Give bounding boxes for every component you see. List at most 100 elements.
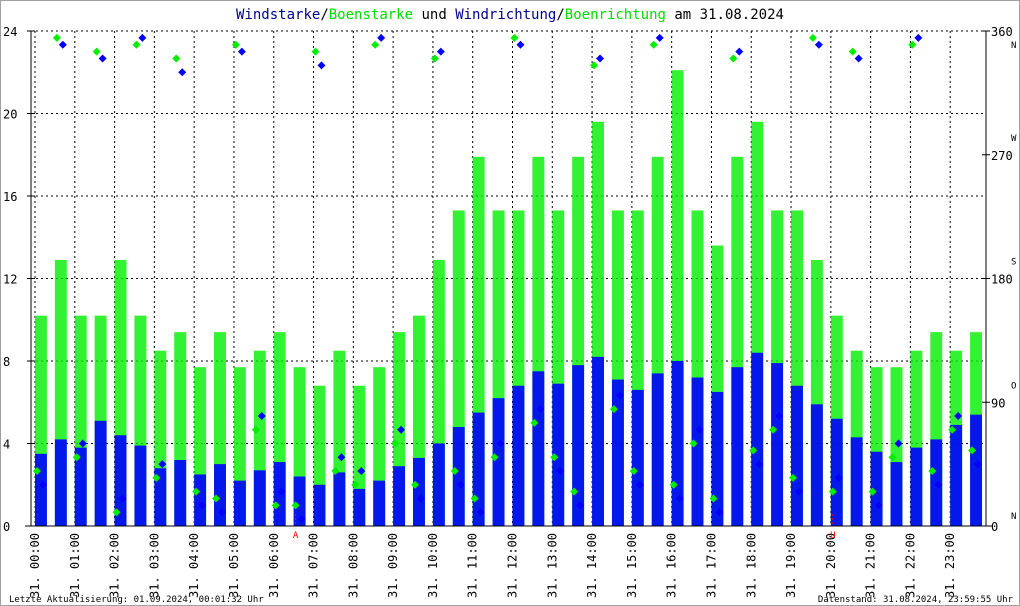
- title-part-3: und: [413, 7, 455, 23]
- y-right-tick-label: 180: [991, 273, 1013, 287]
- gust-direction-point: [311, 47, 320, 56]
- footer-last-update: Letzte Aktualisierung: 01.09.2024, 00:01…: [9, 595, 264, 605]
- wind-bar: [970, 414, 983, 526]
- wind-bar: [651, 373, 664, 526]
- gust-direction-point: [848, 47, 857, 56]
- wind-bar: [791, 385, 803, 526]
- x-tick-label: 31. 23:00: [943, 533, 957, 598]
- x-tick-label: 31. 18:00: [744, 533, 758, 598]
- y-left-tick-label: 12: [3, 273, 17, 287]
- wind-direction-point: [854, 54, 863, 63]
- wind-bar: [711, 391, 724, 526]
- title-part-1: /: [320, 7, 328, 23]
- wind-bar: [671, 361, 684, 526]
- wind-bar: [512, 385, 525, 526]
- x-tick-label: 31. 05:00: [227, 533, 241, 598]
- wind-bar: [572, 365, 585, 526]
- gust-direction-point: [729, 54, 738, 63]
- x-tick-label: 31. 14:00: [585, 533, 599, 598]
- x-tick-label: 31. 03:00: [147, 533, 161, 598]
- gust-direction-point: [808, 33, 817, 42]
- wind-bar: [930, 439, 943, 526]
- wind-direction-point: [98, 54, 107, 63]
- wind-bar: [771, 363, 784, 526]
- wind-direction-point: [516, 40, 525, 49]
- x-tick-label: 31. 08:00: [346, 533, 360, 598]
- gust-direction-point: [430, 54, 439, 63]
- gust-direction-point: [52, 33, 61, 42]
- wind-direction-point: [317, 61, 326, 70]
- sun-marker-label: A: [293, 531, 299, 541]
- gust-direction-point: [92, 47, 101, 56]
- wind-bar: [333, 472, 346, 526]
- wind-bar: [830, 418, 843, 526]
- x-tick-label: 31. 19:00: [784, 533, 798, 598]
- wind-bar: [253, 470, 266, 526]
- x-tick-label: 31. 15:00: [625, 533, 639, 598]
- footer-data-status: Datenstand: 31.08.2024, 23:59:55 Uhr: [818, 595, 1014, 605]
- wind-bar: [393, 466, 406, 526]
- wind-bar: [313, 484, 326, 526]
- compass-label: W: [1011, 134, 1017, 144]
- gust-direction-point: [231, 40, 240, 49]
- wind-bar: [413, 457, 425, 526]
- wind-bar: [233, 480, 246, 526]
- x-tick-label: 31. 07:00: [307, 533, 321, 598]
- x-tick-label: 31. 02:00: [108, 533, 122, 598]
- title-part-4: Windrichtung: [455, 7, 556, 23]
- gust-direction-point: [908, 40, 917, 49]
- wind-bar: [273, 462, 286, 526]
- wind-bar: [134, 445, 147, 526]
- x-tick-label: 31. 12:00: [506, 533, 520, 598]
- wind-bar: [810, 404, 823, 526]
- compass-label: O: [1011, 381, 1016, 391]
- wind-bar: [890, 462, 903, 526]
- gust-direction-point: [172, 54, 181, 63]
- wind-bar: [472, 412, 485, 526]
- x-tick-label: 31. 11:00: [466, 533, 480, 598]
- x-tick-label: 31. 04:00: [187, 533, 201, 598]
- title-part-5: /: [556, 7, 564, 23]
- x-tick-label: 31. 17:00: [704, 533, 718, 598]
- x-tick-label: 31. 01:00: [68, 533, 82, 598]
- gust-direction-point: [132, 40, 141, 49]
- wind-bar: [34, 453, 47, 526]
- x-tick-label: 31. 22:00: [903, 533, 917, 598]
- wind-bar: [751, 352, 764, 526]
- x-tick-label: 31. 06:00: [267, 533, 281, 598]
- sun-marker-label: U: [830, 531, 835, 541]
- x-tick-label: 31. 20:00: [824, 533, 838, 598]
- wind-bar: [373, 480, 386, 526]
- wind-direction-point: [138, 33, 147, 42]
- wind-bar: [611, 379, 624, 526]
- x-tick-label: 31. 00:00: [28, 533, 42, 598]
- wind-bar: [492, 398, 505, 526]
- y-left-tick-label: 0: [3, 520, 10, 534]
- wind-bar: [532, 371, 545, 526]
- wind-bar: [452, 427, 465, 526]
- y-right-tick-label: 90: [991, 396, 1005, 410]
- gust-direction-point: [371, 40, 380, 49]
- gust-direction-point: [590, 61, 599, 70]
- x-tick-label: 31. 16:00: [665, 533, 679, 598]
- wind-bar: [910, 447, 923, 526]
- x-tick-label: 31. 09:00: [386, 533, 400, 598]
- wind-direction-point: [814, 40, 823, 49]
- wind-bar: [54, 439, 67, 526]
- gust-direction-point: [510, 33, 519, 42]
- wind-bar: [174, 460, 187, 526]
- y-right-tick-label: 360: [991, 25, 1013, 39]
- wind-direction-point: [377, 33, 386, 42]
- compass-label: N: [1011, 512, 1016, 522]
- wind-bar: [950, 424, 963, 526]
- wind-direction-point: [58, 40, 67, 49]
- gust-direction-point: [649, 40, 658, 49]
- wind-bar: [850, 437, 863, 526]
- wind-direction-point: [237, 47, 246, 56]
- wind-direction-point: [178, 68, 187, 77]
- title-part-6: Boenrichtung: [565, 7, 666, 23]
- wind-chart: Windstarke/Boenstarke und Windrichtung/B…: [3, 7, 1017, 605]
- title-part-2: Boenstarke: [329, 7, 413, 23]
- compass-label: N: [1011, 41, 1016, 51]
- wind-direction-point: [655, 33, 664, 42]
